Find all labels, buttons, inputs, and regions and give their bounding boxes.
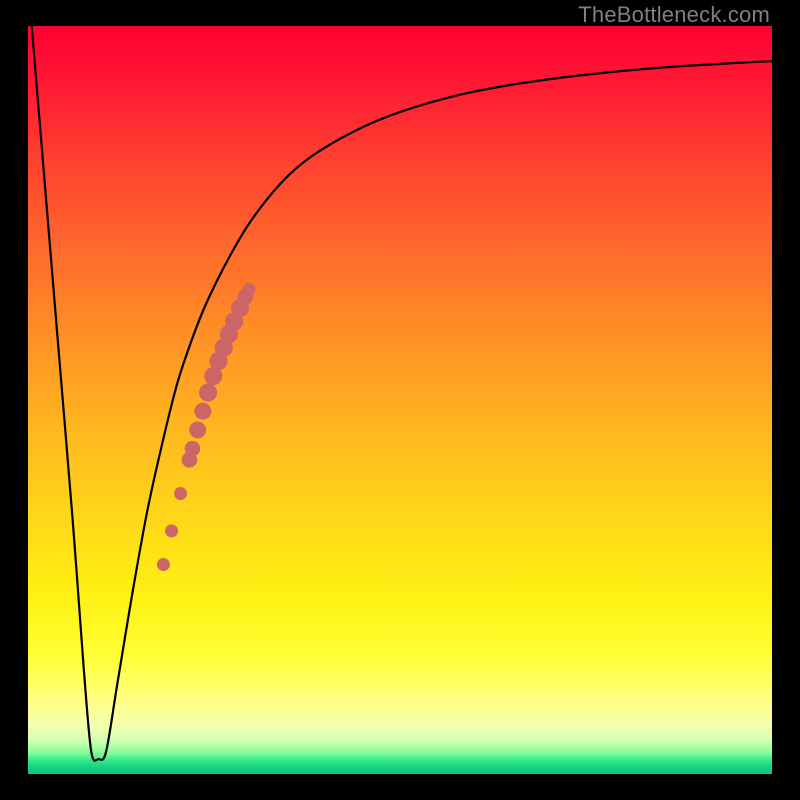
data-marker: [174, 487, 187, 500]
data-markers: [28, 26, 772, 774]
data-marker: [194, 403, 211, 420]
data-marker: [185, 441, 201, 457]
data-marker: [242, 283, 255, 296]
data-marker: [199, 383, 217, 401]
data-marker: [157, 558, 170, 571]
chart-frame: TheBottleneck.com: [0, 0, 800, 800]
data-marker: [189, 421, 206, 438]
plot-area: [28, 26, 772, 774]
watermark-text: TheBottleneck.com: [578, 2, 770, 28]
data-marker: [165, 524, 178, 537]
